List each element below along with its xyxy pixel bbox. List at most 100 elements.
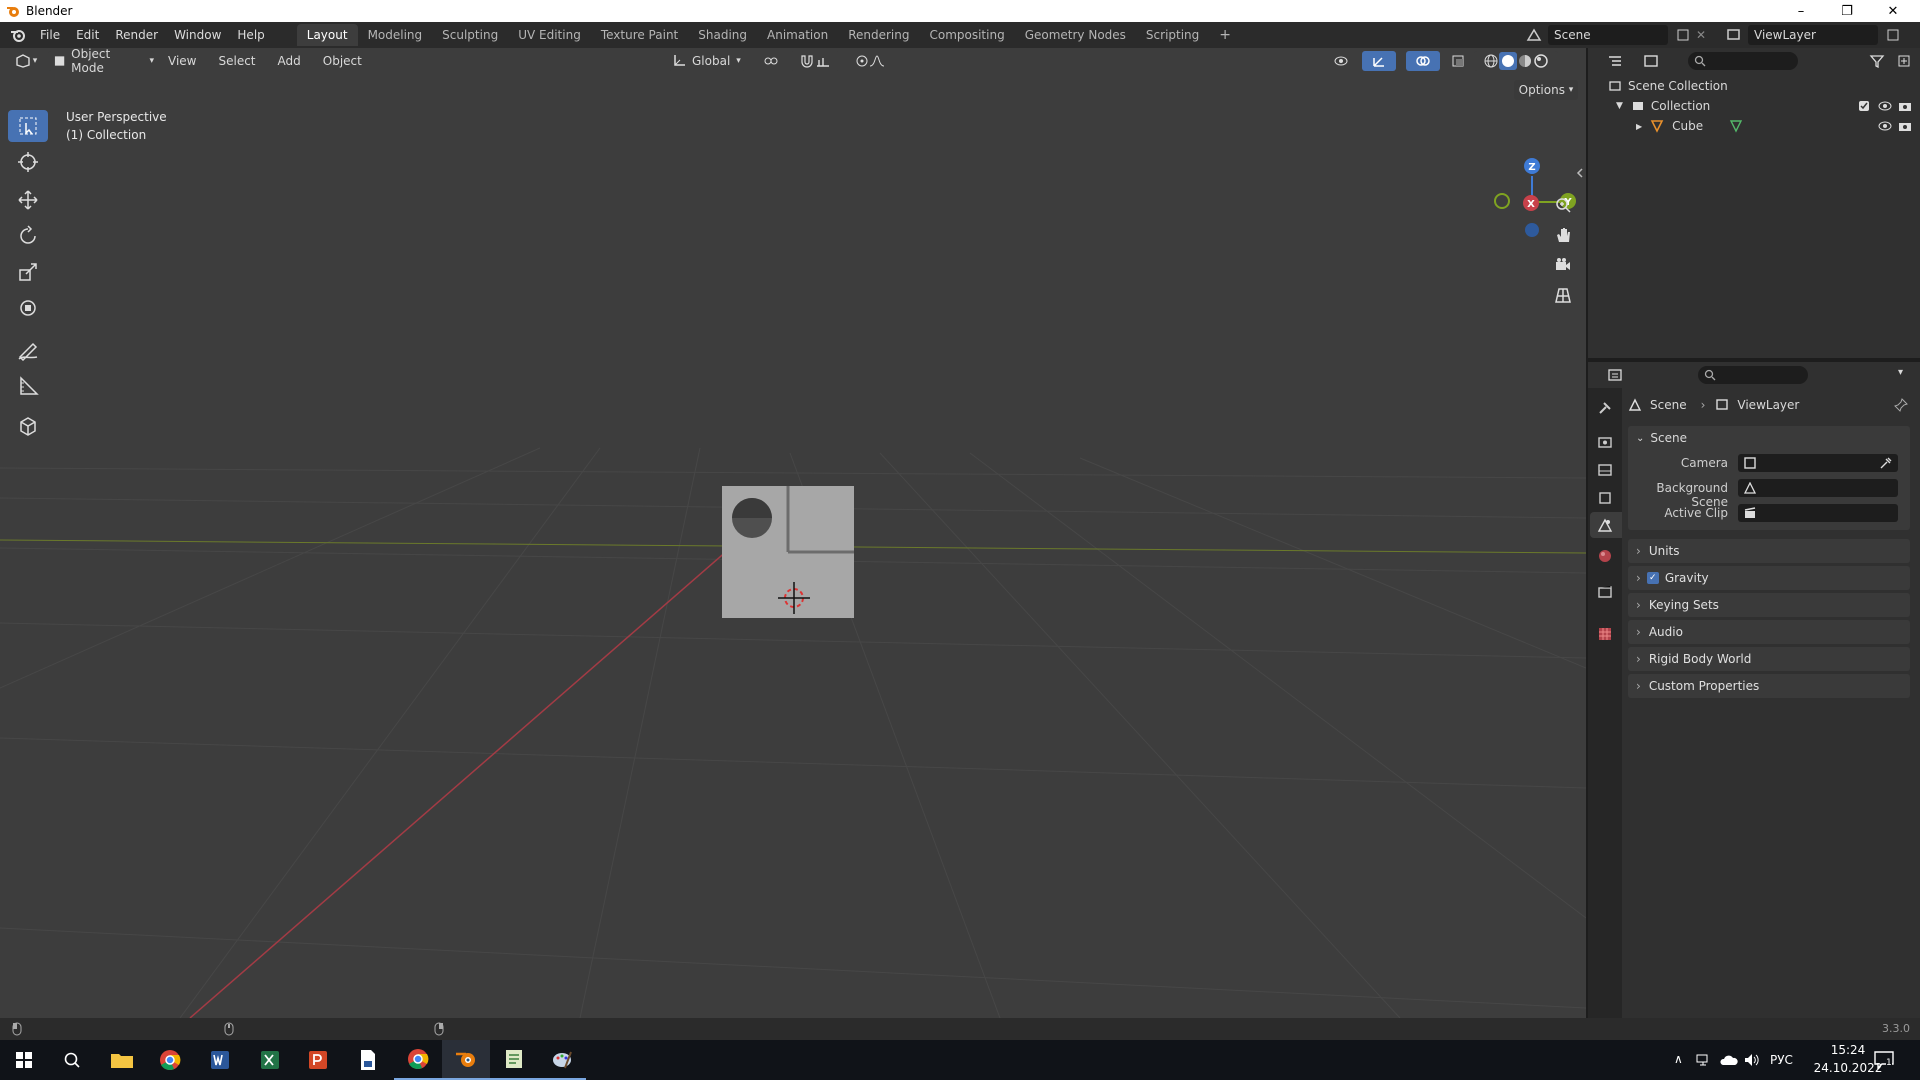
audio-panel[interactable]: › Audio [1628,620,1910,644]
sidebar-toggle-icon[interactable] [1576,168,1584,178]
outliner-editor[interactable]: Scene Collection ▼ Collection ▶ Cube [1588,48,1920,358]
transform-tool[interactable] [8,292,48,324]
taskbar-document-app[interactable] [344,1040,392,1080]
wireframe-shading-icon[interactable] [1483,53,1499,69]
scale-tool[interactable] [8,256,48,288]
viewlayer-name-field[interactable]: ViewLayer [1748,25,1878,45]
cursor-tool[interactable] [8,146,48,178]
network-icon[interactable] [1696,1053,1712,1067]
tab-texture-paint[interactable]: Texture Paint [591,24,688,46]
3d-cursor-icon[interactable] [774,578,814,618]
transform-orientation-dropdown[interactable]: Global ▾ [668,51,746,71]
notifications-button[interactable]: 1 [1872,1048,1896,1072]
outliner-editor-type-button[interactable] [1600,51,1630,71]
viewlayer-selector[interactable]: ViewLayer [1726,25,1916,45]
outliner-search-input[interactable] [1688,52,1798,70]
taskbar-search-button[interactable] [48,1040,96,1080]
keying-sets-panel[interactable]: › Keying Sets [1628,593,1910,617]
taskbar-powerpoint[interactable] [294,1040,342,1080]
snap-button[interactable] [790,51,840,71]
units-panel[interactable]: › Units [1628,539,1910,563]
outliner-row-cube[interactable]: ▶ Cube [1588,116,1920,136]
tab-animation[interactable]: Animation [757,24,838,46]
taskbar-chrome[interactable] [146,1040,194,1080]
filter-button[interactable] [1862,51,1892,71]
render-camera-icon[interactable] [1898,100,1912,112]
pan-button[interactable] [1548,220,1578,250]
camera-field[interactable] [1738,454,1898,472]
eye-icon[interactable] [1878,100,1892,112]
view-layer-tab-icon[interactable] [1597,490,1613,506]
add-cube-tool[interactable] [8,410,48,442]
viewport-menu-object[interactable]: Object [323,54,362,68]
menu-window[interactable]: Window [166,28,229,42]
pin-icon[interactable] [1894,398,1908,412]
solid-shading-icon[interactable] [1499,52,1517,70]
expand-arrow-icon[interactable]: ▶ [1636,122,1642,131]
taskbar-word[interactable] [196,1040,244,1080]
pivot-point-button[interactable] [756,51,786,71]
chevron-down-icon[interactable]: ▾ [1898,367,1903,378]
rigid-body-world-panel[interactable]: › Rigid Body World [1628,647,1910,671]
output-tab-icon[interactable] [1597,462,1613,478]
gravity-panel[interactable]: › ✓ Gravity [1628,566,1910,590]
material-shading-icon[interactable] [1517,53,1533,69]
tab-uv-editing[interactable]: UV Editing [508,24,591,46]
onedrive-icon[interactable] [1720,1054,1738,1066]
mesh-data-icon[interactable] [1729,119,1743,133]
properties-editor-type-button[interactable] [1600,365,1630,385]
render-camera-icon[interactable] [1898,120,1912,132]
tab-modeling[interactable]: Modeling [358,24,433,46]
taskbar-paint[interactable] [538,1040,586,1080]
move-tool[interactable] [8,184,48,216]
menu-render[interactable]: Render [107,28,166,42]
scene-tab[interactable] [1590,512,1622,538]
annotate-tool[interactable] [8,334,48,366]
language-indicator[interactable]: РУС [1770,1053,1793,1067]
eye-icon[interactable] [1878,120,1892,132]
rotate-tool[interactable] [8,220,48,252]
tab-layout[interactable]: Layout [296,24,358,46]
zoom-button[interactable] [1548,190,1578,220]
editor-type-button[interactable]: ▾ [10,51,42,71]
start-button[interactable] [0,1040,48,1080]
add-workspace-button[interactable]: + [1209,24,1241,46]
xray-toggle-button[interactable] [1448,51,1468,71]
tray-expand-icon[interactable]: ∧ [1674,1052,1683,1066]
tab-geometry-nodes[interactable]: Geometry Nodes [1015,24,1136,46]
tab-scripting[interactable]: Scripting [1136,24,1209,46]
tab-shading[interactable]: Shading [688,24,757,46]
world-tab-icon[interactable] [1597,548,1613,564]
outliner-row-scene-collection[interactable]: Scene Collection [1608,76,1728,96]
texture-tab-icon[interactable] [1597,626,1613,642]
taskbar-explorer[interactable] [98,1040,146,1080]
scene-name-field[interactable]: Scene [1548,25,1668,45]
tool-tab-icon[interactable] [1597,400,1613,416]
new-collection-button[interactable] [1894,51,1914,71]
remove-scene-icon[interactable]: ✕ [1696,28,1706,42]
close-button[interactable]: ✕ [1870,0,1916,22]
viewport-menu-view[interactable]: View [168,54,196,68]
new-viewlayer-icon[interactable] [1886,28,1900,42]
active-clip-field[interactable] [1738,504,1898,522]
measure-tool[interactable] [8,370,48,402]
menu-help[interactable]: Help [229,28,272,42]
render-tab-icon[interactable] [1597,434,1613,450]
select-box-tool[interactable] [8,110,48,142]
properties-search-input[interactable] [1698,366,1808,384]
tab-sculpting[interactable]: Sculpting [432,24,508,46]
blender-menu-icon[interactable] [10,27,26,43]
menu-file[interactable]: File [32,28,68,42]
taskbar-notepad[interactable] [490,1040,538,1080]
rendered-shading-icon[interactable] [1533,53,1549,69]
volume-icon[interactable] [1744,1053,1760,1067]
menu-edit[interactable]: Edit [68,28,107,42]
gravity-checkbox[interactable]: ✓ [1646,572,1659,584]
scene-selector[interactable]: Scene ✕ [1526,25,1726,45]
ortho-toggle-button[interactable] [1548,280,1578,310]
taskbar-chrome-2[interactable] [394,1040,442,1080]
tab-rendering[interactable]: Rendering [838,24,919,46]
custom-properties-panel[interactable]: › Custom Properties [1628,674,1910,698]
minimize-button[interactable]: – [1778,0,1824,22]
3d-viewport[interactable]: User Perspective (1) Collection Z Y X Op… [0,48,1586,1018]
